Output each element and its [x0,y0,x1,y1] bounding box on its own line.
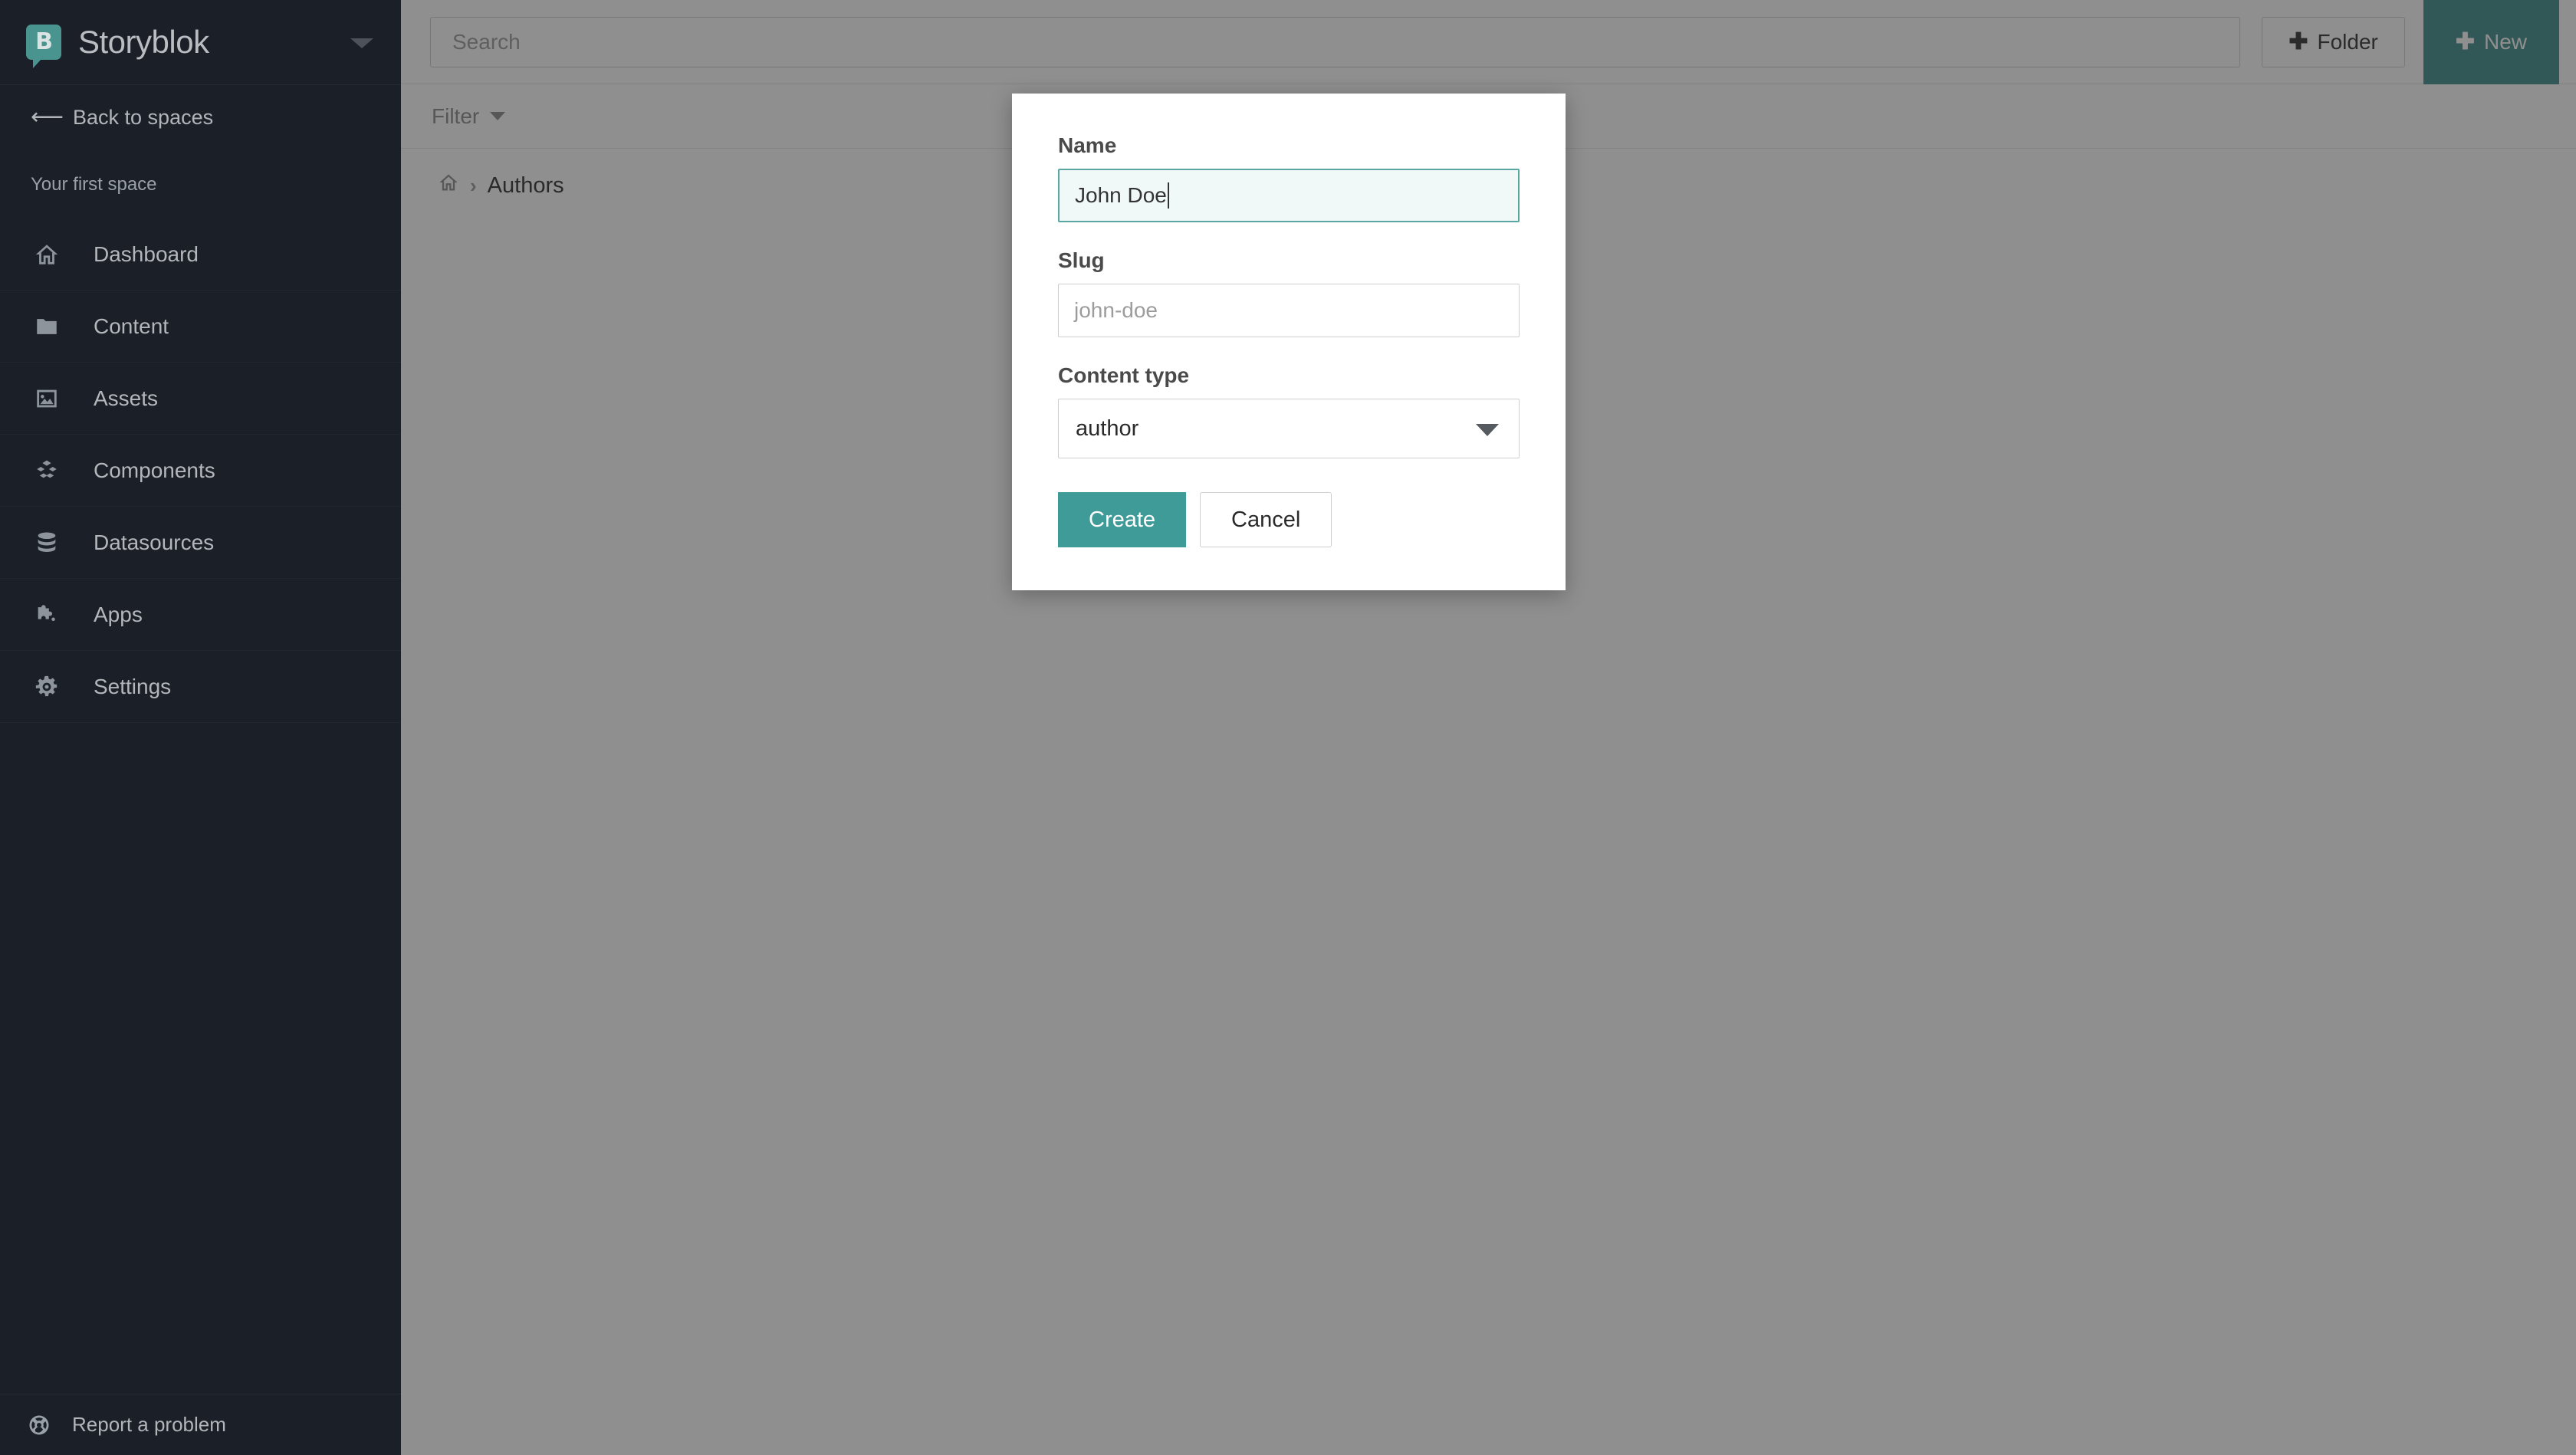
folder-icon [34,314,69,340]
name-input[interactable]: John Doe [1058,169,1520,222]
image-icon [34,386,69,412]
sidebar-item-label: Assets [94,386,159,410]
report-a-problem-label: Report a problem [72,1413,226,1436]
content-type-select[interactable]: author [1058,399,1520,458]
back-to-spaces-link[interactable]: ⟵ Back to spaces [0,85,401,149]
home-icon [34,241,69,268]
puzzle-icon [34,602,69,628]
logo-letter: B [35,28,53,55]
sidebar-item-label: Dashboard [94,241,199,266]
content-type-field-label: Content type [1058,363,1190,387]
sidebar-item-datasources[interactable]: Datasources [0,507,401,579]
slug-input-placeholder: john-doe [1074,298,1158,322]
sidebar-item-label: Datasources [94,530,215,554]
create-button[interactable]: Create [1058,492,1187,547]
chevron-down-icon[interactable] [1476,424,1499,436]
slug-field-label: Slug [1058,248,1105,272]
report-a-problem-link[interactable]: Report a problem [0,1394,401,1455]
database-icon [34,530,69,556]
sidebar-item-apps[interactable]: Apps [0,579,401,651]
cubes-icon [34,458,69,484]
space-name: Your first space [31,174,157,195]
sidebar-item-components[interactable]: Components [0,435,401,507]
sidebar-item-label: Content [94,314,169,338]
sidebar-item-dashboard[interactable]: Dashboard [0,218,401,291]
name-field-label: Name [1058,133,1117,157]
modal-actions: Create Cancel [1058,492,1520,547]
storyblok-logo-icon: B [26,25,61,68]
content-type-value: author [1076,415,1139,441]
gear-icon [34,674,69,700]
chevron-down-icon[interactable] [350,38,373,48]
sidebar: B Storyblok ⟵ Back to spaces Your first … [0,0,401,1455]
sidebar-item-assets[interactable]: Assets [0,363,401,435]
text-cursor [1167,182,1169,209]
cancel-button[interactable]: Cancel [1200,492,1332,547]
sidebar-item-label: Settings [94,674,172,698]
name-input-value: John Doe [1075,183,1167,207]
sidebar-item-content[interactable]: Content [0,291,401,363]
sidebar-header[interactable]: B Storyblok [0,0,401,84]
sidebar-item-label: Apps [94,602,143,626]
back-to-spaces-label: Back to spaces [73,105,214,129]
arrow-left-icon: ⟵ [31,104,64,130]
lifebuoy-icon [28,1414,54,1437]
app-root: B Storyblok ⟵ Back to spaces Your first … [0,0,2576,1455]
brand-name: Storyblok [78,24,209,60]
slug-input[interactable]: john-doe [1058,284,1520,337]
sidebar-item-settings[interactable]: Settings [0,651,401,723]
create-story-modal: Name John Doe Slug john-doe Content type… [1012,94,1566,590]
sidebar-item-label: Components [94,458,215,482]
